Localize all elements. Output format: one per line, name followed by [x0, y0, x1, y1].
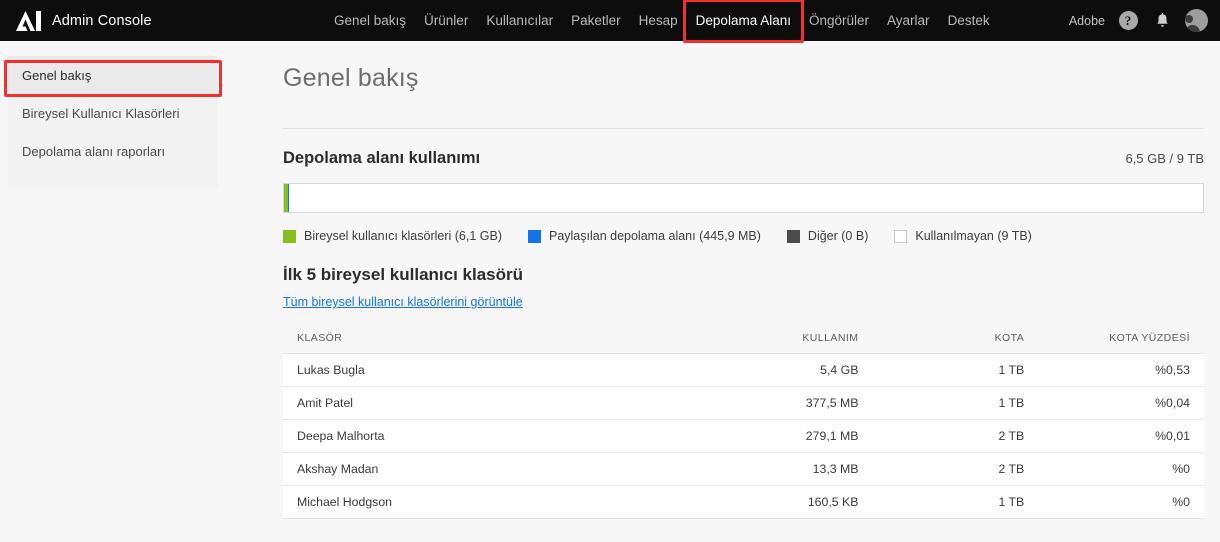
nav-item-paketler[interactable]: Paketler	[562, 8, 630, 34]
cell-quota: 1 TB	[872, 485, 1039, 519]
storage-usage-bar	[283, 183, 1204, 213]
legend-item-unused: Kullanılmayan (9 TB)	[894, 229, 1032, 243]
cell-folder: Michael Hodgson	[283, 485, 670, 519]
storage-usage-summary: 6,5 GB / 9 TB	[1125, 151, 1204, 166]
table-header-row: KLASÖR KULLANIM KOTA KOTA YÜZDESİ	[283, 326, 1204, 354]
avatar-head	[1185, 15, 1193, 23]
table-row[interactable]: Deepa Malhorta 279,1 MB 2 TB %0,01	[283, 419, 1204, 453]
table-row[interactable]: Lukas Bugla 5,4 GB 1 TB %0,53	[283, 353, 1204, 387]
legend-swatch-icon	[786, 229, 800, 243]
main-content: Genel bakış Depolama alanı kullanımı 6,5…	[283, 41, 1220, 519]
sidebar-item-depolama-alani-raporlari[interactable]: Depolama alanı raporları	[8, 132, 218, 170]
column-header-usage[interactable]: KULLANIM	[669, 326, 873, 354]
cell-folder: Amit Patel	[283, 386, 670, 420]
nav-item-genel-bakis[interactable]: Genel bakış	[325, 8, 415, 34]
avatar[interactable]	[1185, 9, 1208, 32]
column-header-quota[interactable]: KOTA	[872, 326, 1039, 354]
title-divider	[283, 128, 1204, 129]
storage-legend: Bireysel kullanıcı klasörleri (6,1 GB) P…	[283, 229, 1220, 243]
cell-folder: Deepa Malhorta	[283, 419, 670, 453]
cell-usage: 13,3 MB	[669, 452, 873, 486]
sidebar-item-bireysel-kullanici-klasorleri[interactable]: Bireysel Kullanıcı Klasörleri	[8, 94, 218, 132]
sidebar: Genel bakış Bireysel Kullanıcı Klasörler…	[8, 56, 218, 190]
table-row[interactable]: Michael Hodgson 160,5 KB 1 TB %0	[283, 485, 1204, 519]
sidebar-item-label: Genel bakış	[22, 67, 92, 83]
storage-usage-header: Depolama alanı kullanımı 6,5 GB / 9 TB	[283, 149, 1204, 168]
brand-name: Admin Console	[52, 12, 152, 29]
cell-percent: %0,04	[1038, 386, 1204, 420]
legend-swatch-icon	[283, 229, 296, 243]
cell-percent: %0,53	[1038, 353, 1204, 387]
view-all-folders-link[interactable]: Tüm bireysel kullanıcı klasörlerini görü…	[283, 295, 523, 309]
table-row[interactable]: Akshay Madan 13,3 MB 2 TB %0	[283, 452, 1204, 486]
storage-usage-title: Depolama alanı kullanımı	[283, 149, 481, 167]
nav-item-kullanicilar[interactable]: Kullanıcılar	[477, 8, 562, 34]
brand-area[interactable]: Admin Console	[0, 7, 152, 34]
sidebar-item-label: Depolama alanı raporları	[22, 143, 166, 159]
main-nav: Genel bakış Ürünler Kullanıcılar Paketle…	[325, 0, 999, 43]
cell-quota: 1 TB	[872, 386, 1039, 420]
sidebar-item-label: Bireysel Kullanıcı Klasörleri	[22, 105, 180, 121]
cell-folder: Lukas Bugla	[283, 353, 670, 387]
legend-label: Diğer (0 B)	[807, 229, 869, 243]
legend-item-other: Diğer (0 B)	[786, 229, 869, 243]
table-head: KLASÖR KULLANIM KOTA KOTA YÜZDESİ	[283, 326, 1204, 354]
adobe-logo-icon	[12, 7, 42, 34]
cell-percent: %0	[1038, 452, 1204, 486]
top-folders-table: KLASÖR KULLANIM KOTA KOTA YÜZDESİ Lukas …	[283, 326, 1204, 519]
legend-item-shared: Paylaşılan depolama alanı (445,9 MB)	[527, 229, 761, 243]
nav-item-ayarlar[interactable]: Ayarlar	[878, 8, 939, 34]
column-header-folder[interactable]: KLASÖR	[283, 326, 670, 354]
org-label: Adobe	[1068, 13, 1105, 28]
cell-quota: 2 TB	[872, 452, 1039, 486]
bell-glyph	[1156, 12, 1168, 27]
cell-usage: 5,4 GB	[669, 353, 873, 387]
nav-item-depolama-alani[interactable]: Depolama Alanı	[682, 0, 805, 43]
cell-percent: %0,01	[1038, 419, 1204, 453]
nav-item-urunler[interactable]: Ürünler	[415, 8, 477, 34]
cell-percent: %0	[1038, 485, 1204, 519]
help-glyph: ?	[1118, 11, 1138, 30]
cell-usage: 279,1 MB	[669, 419, 873, 453]
table-body: Lukas Bugla 5,4 GB 1 TB %0,53 Amit Patel…	[283, 353, 1204, 519]
sidebar-item-genel-bakis[interactable]: Genel bakış	[8, 56, 218, 94]
cell-quota: 2 TB	[872, 419, 1039, 453]
table-row[interactable]: Amit Patel 377,5 MB 1 TB %0,04	[283, 386, 1204, 420]
legend-label: Paylaşılan depolama alanı (445,9 MB)	[548, 229, 761, 243]
legend-label: Kullanılmayan (9 TB)	[915, 229, 1032, 243]
top-navigation-bar: Admin Console Genel bakış Ürünler Kullan…	[0, 0, 1220, 43]
column-header-quota-percent[interactable]: KOTA YÜZDESİ	[1038, 326, 1204, 354]
notifications-bell-icon[interactable]	[1151, 10, 1173, 32]
cell-quota: 1 TB	[872, 353, 1039, 387]
top-folders-title: İlk 5 bireysel kullanıcı klasörü	[283, 265, 524, 284]
legend-swatch-icon	[527, 229, 541, 243]
cell-usage: 377,5 MB	[669, 386, 873, 420]
help-icon[interactable]: ?	[1117, 10, 1139, 32]
legend-item-individual: Bireysel kullanıcı klasörleri (6,1 GB)	[283, 229, 502, 243]
nav-item-hesap[interactable]: Hesap	[630, 8, 687, 34]
legend-swatch-icon	[894, 229, 908, 243]
cell-usage: 160,5 KB	[669, 485, 873, 519]
nav-item-destek[interactable]: Destek	[939, 8, 999, 34]
page-title: Genel bakış	[283, 64, 419, 92]
cell-folder: Akshay Madan	[283, 452, 670, 486]
storage-bar-segment-shared	[288, 184, 289, 212]
nav-item-ongoruler[interactable]: Öngörüler	[800, 8, 878, 34]
avatar-body	[1185, 25, 1200, 32]
legend-label: Bireysel kullanıcı klasörleri (6,1 GB)	[304, 229, 502, 243]
top-right-controls: Adobe ?	[1069, 0, 1208, 41]
